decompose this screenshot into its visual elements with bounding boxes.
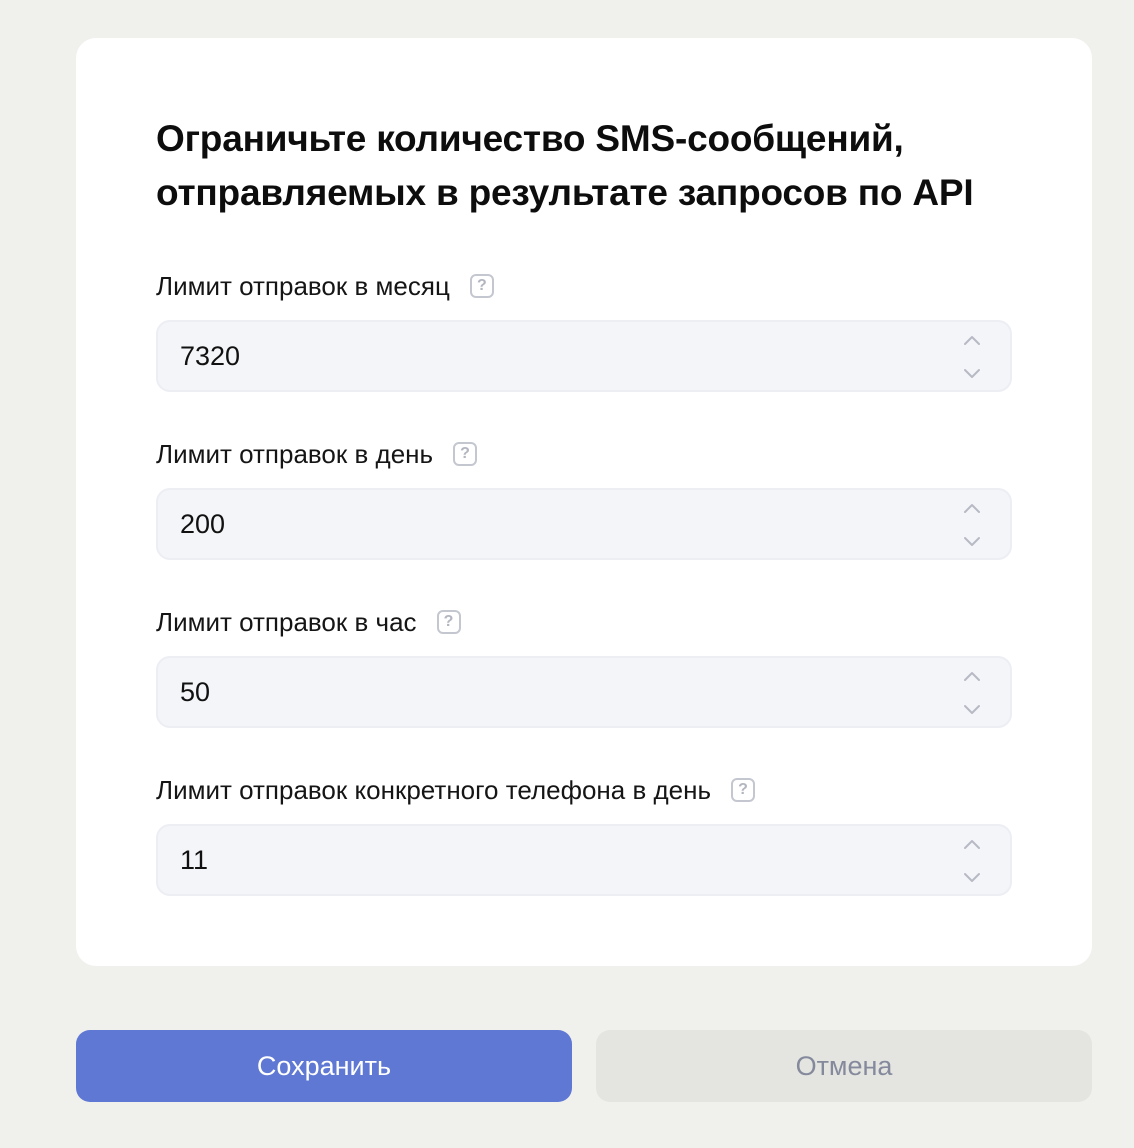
chevron-up-icon[interactable] (962, 836, 982, 854)
phone-daily-limit-label: Лимит отправок конкретного телефона в де… (156, 774, 712, 805)
cancel-button[interactable]: Отмена (596, 1030, 1092, 1102)
daily-limit-label-row: Лимит отправок в день ? (156, 438, 1012, 470)
number-spinner (962, 836, 982, 886)
chevron-down-icon[interactable] (962, 532, 982, 550)
monthly-limit-label: Лимит отправок в месяц (156, 270, 450, 301)
hourly-limit-input[interactable]: 50 (156, 656, 1012, 728)
monthly-limit-field: Лимит отправок в месяц ? 7320 (156, 270, 1012, 392)
limits-card: Ограничьте количество SMS-сообщений, отп… (76, 38, 1092, 966)
monthly-limit-input[interactable]: 7320 (156, 320, 1012, 392)
daily-limit-label: Лимит отправок в день (156, 438, 434, 469)
monthly-limit-label-row: Лимит отправок в месяц ? (156, 270, 1012, 302)
hourly-limit-field: Лимит отправок в час ? 50 (156, 606, 1012, 728)
number-spinner (962, 500, 982, 550)
monthly-limit-value: 7320 (180, 341, 241, 371)
number-spinner (962, 332, 982, 382)
number-spinner (962, 668, 982, 718)
save-button[interactable]: Сохранить (76, 1030, 572, 1102)
chevron-down-icon[interactable] (962, 700, 982, 718)
phone-daily-limit-input[interactable]: 11 (156, 824, 1012, 896)
card-title: Ограничьте количество SMS-сообщений, отп… (156, 112, 1036, 220)
help-icon[interactable]: ? (731, 778, 756, 802)
hourly-limit-value: 50 (180, 677, 211, 707)
daily-limit-field: Лимит отправок в день ? 200 (156, 438, 1012, 560)
daily-limit-input[interactable]: 200 (156, 488, 1012, 560)
hourly-limit-label: Лимит отправок в час (156, 606, 417, 637)
chevron-up-icon[interactable] (962, 500, 982, 518)
chevron-up-icon[interactable] (962, 668, 982, 686)
chevron-up-icon[interactable] (962, 332, 982, 350)
chevron-down-icon[interactable] (962, 364, 982, 382)
phone-daily-limit-value: 11 (180, 845, 209, 875)
hourly-limit-label-row: Лимит отправок в час ? (156, 606, 1012, 638)
daily-limit-value: 200 (180, 509, 226, 539)
phone-daily-limit-field: Лимит отправок конкретного телефона в де… (156, 774, 1012, 896)
card-title-line-2: отправляемых в результате запросов по AP… (156, 172, 974, 213)
card-title-line-1: Ограничьте количество SMS-сообщений, (156, 118, 904, 159)
help-icon[interactable]: ? (469, 274, 494, 298)
phone-daily-limit-label-row: Лимит отправок конкретного телефона в де… (156, 774, 1012, 806)
help-icon[interactable]: ? (436, 610, 461, 634)
chevron-down-icon[interactable] (962, 868, 982, 886)
help-icon[interactable]: ? (453, 442, 478, 466)
